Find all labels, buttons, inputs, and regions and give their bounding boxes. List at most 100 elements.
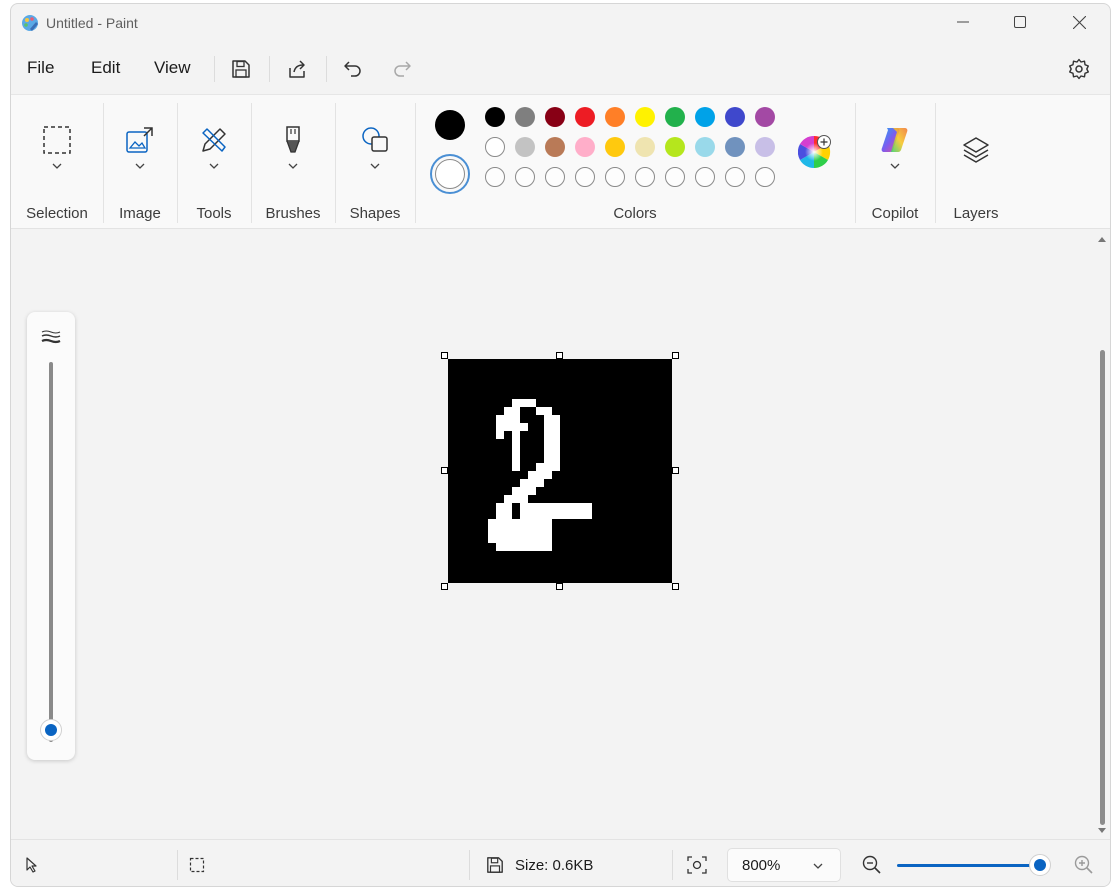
menu-edit[interactable]: Edit bbox=[91, 58, 120, 78]
redo-button[interactable] bbox=[387, 54, 417, 84]
color-wheel-icon bbox=[797, 135, 831, 169]
color-swatch[interactable] bbox=[545, 107, 565, 127]
color-swatch[interactable] bbox=[485, 137, 505, 157]
zoom-in-icon[interactable] bbox=[1074, 855, 1094, 875]
resize-handle-top[interactable] bbox=[556, 352, 563, 359]
color-swatch[interactable] bbox=[605, 107, 625, 127]
shapes-tool[interactable] bbox=[358, 123, 392, 157]
brush-size-thumb[interactable] bbox=[40, 719, 62, 741]
secondary-color-swatch bbox=[435, 159, 465, 189]
custom-color-slot[interactable] bbox=[545, 167, 565, 187]
custom-color-slot[interactable] bbox=[725, 167, 745, 187]
menu-file[interactable]: File bbox=[27, 58, 54, 78]
chevron-down-icon bbox=[813, 863, 823, 869]
color-swatch[interactable] bbox=[725, 107, 745, 127]
settings-button[interactable] bbox=[1064, 54, 1094, 84]
window-title: Untitled - Paint bbox=[46, 15, 138, 31]
image-tool[interactable] bbox=[123, 123, 157, 157]
custom-color-slot[interactable] bbox=[515, 167, 535, 187]
tools-tool[interactable] bbox=[197, 123, 231, 157]
chevron-down-icon[interactable] bbox=[134, 162, 146, 170]
color-swatch[interactable] bbox=[485, 107, 505, 127]
share-button[interactable] bbox=[282, 54, 312, 84]
undo-button[interactable] bbox=[338, 54, 368, 84]
chevron-down-icon[interactable] bbox=[51, 162, 63, 170]
zoom-out-icon[interactable] bbox=[862, 855, 882, 875]
color-swatch[interactable] bbox=[635, 137, 655, 157]
chevron-down-icon[interactable] bbox=[369, 162, 381, 170]
zoom-slider-thumb[interactable] bbox=[1028, 854, 1051, 876]
selection-tool[interactable] bbox=[40, 123, 74, 157]
custom-color-slot[interactable] bbox=[485, 167, 505, 187]
chevron-down-icon[interactable] bbox=[208, 162, 220, 170]
digit-pixel bbox=[504, 423, 512, 431]
color-swatch[interactable] bbox=[695, 107, 715, 127]
brushes-tool[interactable] bbox=[276, 123, 310, 157]
shapes-group[interactable]: Shapes bbox=[335, 95, 415, 230]
resize-handle-left[interactable] bbox=[441, 467, 448, 474]
tools-group[interactable]: Tools bbox=[177, 95, 251, 230]
copilot-group[interactable]: Copilot bbox=[855, 95, 935, 230]
custom-color-slot[interactable] bbox=[665, 167, 685, 187]
resize-handle-bottom[interactable] bbox=[556, 583, 563, 590]
digit-pixel bbox=[512, 423, 528, 431]
brushes-group[interactable]: Brushes bbox=[251, 95, 335, 230]
color-swatch[interactable] bbox=[665, 137, 685, 157]
layers-group[interactable]: Layers bbox=[935, 95, 1017, 230]
color-swatch[interactable] bbox=[575, 107, 595, 127]
edit-colors-button[interactable] bbox=[797, 135, 832, 169]
close-button[interactable] bbox=[1051, 4, 1107, 40]
digit-pixel bbox=[504, 519, 552, 527]
color-swatch[interactable] bbox=[695, 137, 715, 157]
resize-handle-top-right[interactable] bbox=[672, 352, 679, 359]
zoom-slider-track[interactable] bbox=[897, 864, 1047, 867]
color-swatch[interactable] bbox=[575, 137, 595, 157]
tools-label: Tools bbox=[196, 205, 232, 222]
color-swatch[interactable] bbox=[725, 137, 745, 157]
resize-handle-bottom-left[interactable] bbox=[441, 583, 448, 590]
zoom-level-dropdown[interactable]: 800% bbox=[727, 848, 841, 882]
color-swatch[interactable] bbox=[545, 137, 565, 157]
color-swatch[interactable] bbox=[665, 107, 685, 127]
resize-handle-top-left[interactable] bbox=[441, 352, 448, 359]
vertical-scrollbar[interactable] bbox=[1096, 235, 1108, 835]
brush-size-track[interactable] bbox=[49, 362, 53, 742]
secondary-color-button[interactable] bbox=[430, 154, 470, 194]
fit-to-window-icon[interactable] bbox=[687, 856, 707, 874]
custom-color-slot[interactable] bbox=[575, 167, 595, 187]
minimize-button[interactable] bbox=[935, 4, 991, 40]
color-swatch[interactable] bbox=[755, 107, 775, 127]
scroll-down-icon[interactable] bbox=[1097, 827, 1107, 835]
digit-pixel bbox=[544, 415, 560, 423]
status-divider bbox=[177, 850, 178, 880]
shapes-icon bbox=[362, 127, 388, 152]
maximize-button[interactable] bbox=[992, 4, 1048, 40]
layers-button[interactable] bbox=[959, 133, 993, 167]
color-swatch[interactable] bbox=[515, 107, 535, 127]
primary-color-swatch[interactable] bbox=[435, 110, 465, 140]
color-swatch[interactable] bbox=[755, 137, 775, 157]
resize-handle-bottom-right[interactable] bbox=[672, 583, 679, 590]
chevron-down-icon[interactable] bbox=[287, 162, 299, 170]
image-label: Image bbox=[119, 205, 161, 222]
chevron-down-icon[interactable] bbox=[889, 162, 901, 170]
custom-color-slot[interactable] bbox=[635, 167, 655, 187]
color-swatch[interactable] bbox=[605, 137, 625, 157]
custom-color-slot[interactable] bbox=[755, 167, 775, 187]
copilot-button[interactable] bbox=[878, 123, 912, 157]
menu-bar: File Edit View bbox=[11, 44, 1110, 94]
resize-handle-right[interactable] bbox=[672, 467, 679, 474]
vertical-scroll-thumb[interactable] bbox=[1100, 350, 1105, 825]
digit-pixel bbox=[512, 439, 520, 447]
selection-group[interactable]: Selection bbox=[11, 95, 103, 230]
color-swatch[interactable] bbox=[515, 137, 535, 157]
digit-pixel bbox=[488, 519, 504, 527]
image-group[interactable]: Image bbox=[103, 95, 177, 230]
custom-color-slot[interactable] bbox=[695, 167, 715, 187]
menu-view[interactable]: View bbox=[154, 58, 191, 78]
custom-color-slot[interactable] bbox=[605, 167, 625, 187]
drawing-canvas[interactable]: 2 bbox=[448, 359, 672, 583]
color-swatch[interactable] bbox=[635, 107, 655, 127]
scroll-up-icon[interactable] bbox=[1097, 235, 1107, 243]
save-button[interactable] bbox=[226, 54, 256, 84]
